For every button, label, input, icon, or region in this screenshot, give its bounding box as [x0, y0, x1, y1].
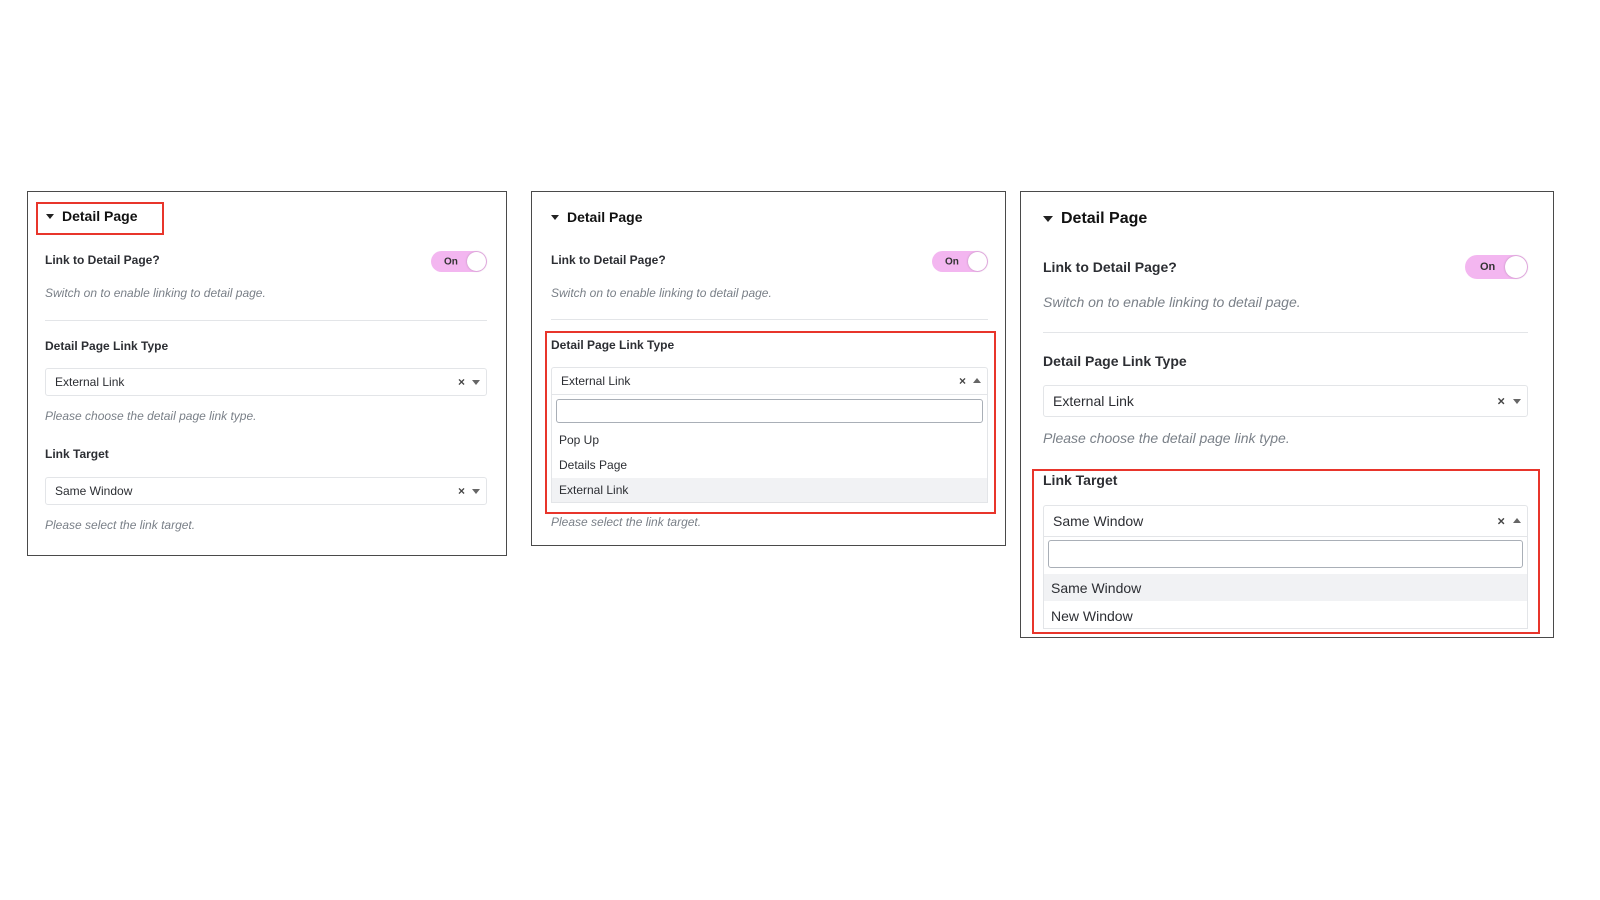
section-header-detail-page[interactable]: Detail Page — [1043, 210, 1147, 228]
chevron-down-icon[interactable] — [1513, 399, 1521, 404]
link-target-help: Please select the link target. — [551, 515, 702, 529]
link-target-value: Same Window — [1053, 513, 1144, 529]
clear-x-icon[interactable]: × — [959, 374, 966, 388]
link-type-select[interactable]: External Link × — [45, 368, 487, 396]
link-type-label: Detail Page Link Type — [551, 338, 675, 352]
toggle-knob — [968, 252, 987, 271]
link-type-help: Please choose the detail page link type. — [45, 409, 257, 423]
section-title: Detail Page — [62, 208, 138, 224]
clear-x-icon[interactable]: × — [458, 484, 465, 498]
toggle-on-text: On — [1480, 261, 1496, 273]
link-type-label: Detail Page Link Type — [1043, 353, 1187, 369]
section-title: Detail Page — [1061, 210, 1148, 227]
toggle-on-text: On — [945, 256, 959, 267]
link-target-select[interactable]: Same Window × — [45, 477, 487, 505]
clear-x-icon[interactable]: × — [1497, 394, 1505, 409]
panel-3: Detail Page Link to Detail Page? On Swit… — [1020, 191, 1554, 638]
caret-down-icon — [1043, 216, 1053, 222]
link-target-value: Same Window — [55, 484, 133, 498]
link-type-value: External Link — [561, 374, 631, 388]
dropdown-option[interactable]: New Window — [1044, 602, 1527, 629]
link-target-select-open[interactable]: Same Window × — [1043, 505, 1528, 537]
section-header-detail-page[interactable]: Detail Page — [551, 209, 642, 225]
dropdown-option[interactable]: Pop Up — [552, 428, 987, 452]
link-type-value: External Link — [1053, 393, 1134, 409]
link-target-label: Link Target — [1043, 472, 1118, 488]
link-target-dropdown: Same Window New Window — [1043, 537, 1528, 629]
caret-down-icon — [551, 214, 559, 220]
divider — [45, 320, 487, 321]
section-title: Detail Page — [567, 209, 643, 225]
dropdown-search-input[interactable] — [1048, 540, 1523, 568]
chevron-down-icon[interactable] — [472, 380, 480, 385]
dropdown-option-highlighted[interactable]: External Link — [552, 478, 987, 502]
caret-down-icon — [46, 213, 54, 219]
chevron-down-icon[interactable] — [472, 489, 480, 494]
toggle-knob — [1505, 256, 1527, 278]
link-target-help: Please select the link target. — [45, 518, 196, 532]
link-type-dropdown: Pop Up Details Page External Link — [551, 395, 988, 503]
link-to-detail-label: Link to Detail Page? — [551, 253, 666, 267]
link-to-detail-help: Switch on to enable linking to detail pa… — [551, 286, 772, 300]
clear-x-icon[interactable]: × — [458, 375, 465, 389]
dropdown-option-highlighted[interactable]: Same Window — [1044, 574, 1527, 601]
link-detail-toggle[interactable]: On — [431, 251, 487, 272]
link-type-value: External Link — [55, 375, 125, 389]
link-to-detail-label: Link to Detail Page? — [45, 253, 160, 267]
chevron-up-icon[interactable] — [973, 378, 981, 383]
toggle-knob — [467, 252, 486, 271]
divider — [1043, 332, 1528, 333]
divider — [551, 319, 988, 320]
dropdown-option[interactable]: Details Page — [552, 453, 987, 477]
link-type-select[interactable]: External Link × — [1043, 385, 1528, 417]
chevron-up-icon[interactable] — [1513, 518, 1521, 523]
link-to-detail-label: Link to Detail Page? — [1043, 259, 1177, 275]
dropdown-search-input[interactable] — [556, 399, 983, 423]
toggle-on-text: On — [444, 256, 458, 267]
link-detail-toggle[interactable]: On — [932, 251, 988, 272]
link-to-detail-help: Switch on to enable linking to detail pa… — [45, 286, 266, 300]
link-detail-toggle[interactable]: On — [1465, 255, 1528, 279]
link-to-detail-help: Switch on to enable linking to detail pa… — [1043, 294, 1301, 310]
panel-2: Detail Page Link to Detail Page? On Swit… — [531, 191, 1006, 546]
panel-1: Detail Page Link to Detail Page? On Swit… — [27, 191, 507, 556]
link-type-select-open[interactable]: External Link × — [551, 367, 988, 395]
clear-x-icon[interactable]: × — [1497, 514, 1505, 529]
section-header-detail-page[interactable]: Detail Page — [46, 208, 137, 224]
link-type-help: Please choose the detail page link type. — [1043, 430, 1290, 446]
link-type-label: Detail Page Link Type — [45, 339, 169, 353]
link-target-label: Link Target — [45, 447, 109, 461]
